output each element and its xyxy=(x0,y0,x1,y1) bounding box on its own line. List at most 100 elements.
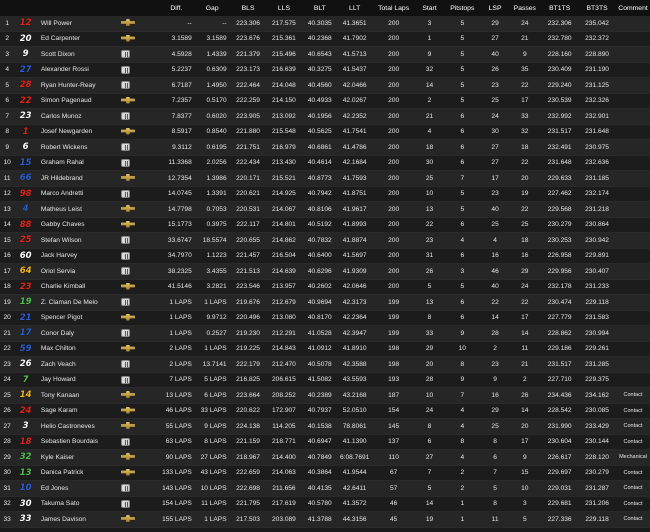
driver-name: Sage Karam xyxy=(40,407,78,415)
position-cell: 5 xyxy=(0,77,15,94)
header-lls[interactable]: LLS xyxy=(266,0,302,16)
table-row[interactable]: 25 14 Tony Kanaan 13 LAPS 6 LAPS 223.664 208.2… xyxy=(0,387,650,404)
table-row[interactable]: 32 30 Takuma Sato 154 LAPS 11 LAPS 221.795 217… xyxy=(0,496,650,512)
table-row[interactable]: 24 7 Jay Howard 7 LAPS 5 LAPS 216.825 206.615 4… xyxy=(0,372,650,388)
bt3ts-cell: 231.583 xyxy=(578,310,617,326)
total-laps-cell: 200 xyxy=(371,31,417,47)
blt-cell: 40.2602 xyxy=(301,279,339,295)
lsp-cell: 5 xyxy=(481,480,509,497)
table-row[interactable]: 26 24 Sage Karam 46 LAPS 33 LAPS 220.622 172.9… xyxy=(0,403,650,419)
header-pitstops[interactable]: Pitstops xyxy=(442,0,482,16)
table-row[interactable]: 7 23 Carlos Munoz 7.8377 0.6020 223.905 213.09… xyxy=(0,108,650,125)
table-row[interactable]: 10 15 Graham Rahal 11.3368 2.0256 222.434 213.… xyxy=(0,155,650,171)
table-row[interactable]: 14 88 Gabby Chaves 15.1773 0.3975 222.117 214.… xyxy=(0,217,650,233)
header-llt[interactable]: LLT xyxy=(338,0,372,16)
table-row[interactable]: 13 4 Matheus Leist 14.7798 0.7053 220.531 214.… xyxy=(0,201,650,218)
header-lsp[interactable]: LSP xyxy=(481,0,509,16)
lsp-cell: 7 xyxy=(481,465,509,481)
header-diff[interactable]: Diff. xyxy=(157,0,195,16)
table-row[interactable]: 23 26 Zach Veach 2 LAPS 13.7141 222.179 212.47… xyxy=(0,356,650,373)
pitstops-cell: 6 xyxy=(442,248,482,264)
header-total-laps[interactable]: Total Laps xyxy=(371,0,417,16)
blt-cell: 40.3864 xyxy=(301,465,339,481)
table-row[interactable]: 21 17 Conor Daly 1 LAPS 0.2527 219.230 212.291… xyxy=(0,325,650,342)
total-laps-cell: 198 xyxy=(371,341,417,357)
header-number[interactable] xyxy=(14,0,37,16)
bls-cell: 223.546 xyxy=(229,279,267,295)
header-passes[interactable]: Passes xyxy=(508,0,542,16)
table-row[interactable]: 28 18 Sebastien Bourdais 63 LAPS 8 LAPS 221.1… xyxy=(0,434,650,450)
lls-cell: 213.430 xyxy=(266,155,302,171)
pitstops-cell: 6 xyxy=(442,139,482,156)
table-row[interactable]: 18 23 Charlie Kimball 41.5146 3.2821 223.546 2… xyxy=(0,279,650,295)
lls-cell: 206.615 xyxy=(266,372,302,388)
table-row[interactable]: 15 25 Stefan Wilson 33.6747 18.5574 220.655 21… xyxy=(0,232,650,249)
driver-name: Zach Veach xyxy=(40,360,76,368)
table-row[interactable]: 33 33 James Davison 155 LAPS 1 LAPS 217.503 20… xyxy=(0,511,650,528)
car-number-cell: 60 xyxy=(14,248,37,264)
llt-cell: 41.7902 xyxy=(338,31,372,47)
header-comment[interactable]: Comment xyxy=(616,0,650,16)
table-row[interactable]: 29 32 Kyle Kaiser 90 LAPS 27 LAPS 218.967 214.… xyxy=(0,449,650,466)
lls-cell: 213.957 xyxy=(266,279,302,295)
honda-logo-icon xyxy=(120,158,130,167)
total-laps-cell: 67 xyxy=(371,465,417,481)
table-row[interactable]: 4 27 Alexander Rossi 5.2237 0.6309 223.173 216… xyxy=(0,62,650,78)
table-row[interactable]: 20 21 Spencer Pigot 1 LAPS 9.9712 220.496 213.… xyxy=(0,310,650,326)
llt-cell: 42.3173 xyxy=(338,294,372,311)
table-row[interactable]: 27 3 Helio Castroneves 55 LAPS 9 LAPS 224.138… xyxy=(0,418,650,435)
table-row[interactable]: 9 6 Robert Wickens 9.3112 0.6195 221.751 216.9… xyxy=(0,139,650,156)
start-cell: 30 xyxy=(416,155,443,171)
comment-cell xyxy=(616,232,650,249)
header-bt3ts[interactable]: BT3TS xyxy=(578,0,617,16)
table-row[interactable]: 5 28 Ryan Hunter-Reay 6.7187 1.4950 222.464 21… xyxy=(0,77,650,94)
lsp-cell: 27 xyxy=(481,155,509,171)
bt1ts-cell: 228.862 xyxy=(541,325,579,342)
bt1ts-cell: 226.617 xyxy=(541,449,579,466)
driver-name-cell: Charlie Kimball xyxy=(36,279,158,295)
header-blt[interactable]: BLT xyxy=(301,0,339,16)
table-row[interactable]: 8 1 Josef Newgarden 8.5917 0.8540 221.880 215.… xyxy=(0,124,650,140)
table-row[interactable]: 2 20 Ed Carpenter 3.1589 3.1589 223.676 215.36… xyxy=(0,31,650,47)
bls-cell: 222.179 xyxy=(229,356,267,373)
table-row[interactable]: 12 98 Marco Andretti 14.0745 1.3391 220.621 21… xyxy=(0,186,650,202)
header-pos[interactable] xyxy=(0,0,15,16)
table-row[interactable]: 19 19 Z. Claman De Melo 1 LAPS 1 LAPS 219.676… xyxy=(0,294,650,311)
chevrolet-logo-icon xyxy=(120,34,135,42)
table-row[interactable]: 31 10 Ed Jones 143 LAPS 10 LAPS 222.698 211.65… xyxy=(0,480,650,497)
car-number-badge: 13 xyxy=(19,467,32,478)
header-bls[interactable]: BLS xyxy=(229,0,267,16)
gap-cell: 1.3391 xyxy=(194,186,230,202)
table-row[interactable]: 16 60 Jack Harvey 34.7970 1.1223 221.457 216.5… xyxy=(0,248,650,264)
table-row[interactable]: 3 9 Scott Dixon 4.5928 1.4339 221.379 215.496 4… xyxy=(0,46,650,63)
blt-cell: 40.4933 xyxy=(301,93,339,109)
driver-name: Robert Wickens xyxy=(40,143,88,151)
llt-cell: 44.3156 xyxy=(338,511,372,528)
diff-cell: 1 LAPS xyxy=(157,310,195,326)
header-start[interactable]: Start xyxy=(416,0,443,16)
car-number-cell: 1 xyxy=(14,124,37,140)
header-bt1ts[interactable]: BT1TS xyxy=(541,0,579,16)
table-row[interactable]: 1 12 Will Power -- -- 223.306 217.575 40.3035 41… xyxy=(0,16,650,32)
gap-cell: 0.5170 xyxy=(194,93,230,109)
gap-cell: 0.2527 xyxy=(194,325,230,342)
table-row[interactable]: 22 59 Max Chilton 2 LAPS 1 LAPS 219.225 214.84… xyxy=(0,341,650,357)
table-row[interactable]: 11 66 JR Hildebrand 12.7354 1.3986 220.171 215… xyxy=(0,170,650,187)
bls-cell: 220.531 xyxy=(229,201,267,218)
bls-cell: 220.171 xyxy=(229,170,267,187)
driver-name: Graham Rahal xyxy=(40,159,84,167)
header-gap[interactable]: Gap xyxy=(194,0,230,16)
table-row[interactable]: 17 64 Oriol Servia 38.2325 3.4355 221.513 214.… xyxy=(0,263,650,280)
table-row[interactable]: 6 22 Simon Pagenaud 7.2357 0.5170 222.259 214.… xyxy=(0,93,650,109)
passes-cell: 14 xyxy=(508,403,542,419)
blt-cell: 40.2368 xyxy=(301,31,339,47)
pitstops-cell: 4 xyxy=(442,232,482,249)
pitstops-cell: 4 xyxy=(442,403,482,419)
chevrolet-logo-icon xyxy=(120,422,135,429)
table-row[interactable]: 30 13 Danica Patrick 133 LAPS 43 LAPS 222.659… xyxy=(0,465,650,481)
lsp-cell: 29 xyxy=(481,16,509,32)
header-driver[interactable] xyxy=(36,0,158,16)
bt1ts-cell: 230.474 xyxy=(541,294,579,311)
comment-cell xyxy=(616,325,650,342)
passes-cell: 11 xyxy=(508,341,542,357)
